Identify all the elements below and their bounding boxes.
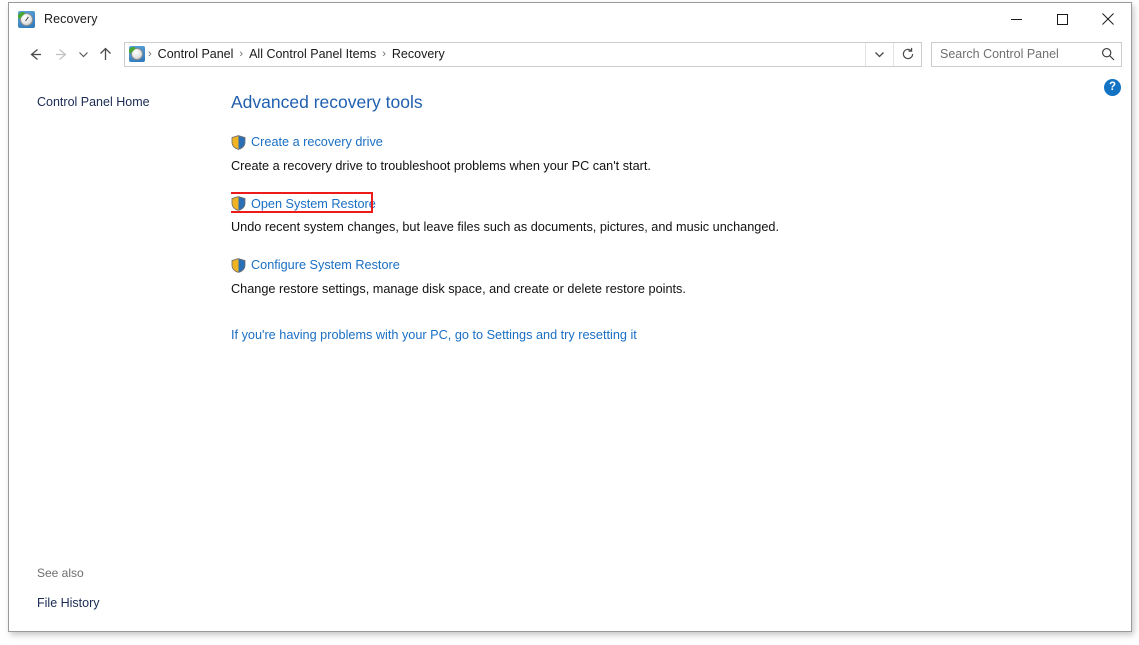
screen: Recovery bbox=[0, 0, 1139, 645]
back-arrow-icon bbox=[27, 46, 44, 63]
window-title: Recovery bbox=[44, 12, 98, 26]
link-create-a-recovery-drive[interactable]: Create a recovery drive bbox=[251, 134, 383, 150]
minimize-icon bbox=[1011, 14, 1022, 25]
window-controls bbox=[993, 3, 1131, 35]
forward-arrow-icon bbox=[53, 46, 70, 63]
sidebar-item-file-history[interactable]: File History bbox=[9, 593, 231, 613]
refresh-icon bbox=[901, 47, 915, 61]
close-button[interactable] bbox=[1085, 3, 1131, 35]
minimize-button[interactable] bbox=[993, 3, 1039, 35]
breadcrumb-separator: › bbox=[237, 48, 245, 60]
navigation-bar: › Control Panel › All Control Panel Item… bbox=[9, 35, 1131, 73]
sidebar: Control Panel Home See also File History bbox=[9, 73, 231, 631]
task-create-recovery-drive: Create a recovery drive Create a recover… bbox=[231, 134, 1131, 175]
breadcrumb: › Control Panel › All Control Panel Item… bbox=[125, 43, 865, 66]
sidebar-item-control-panel-home[interactable]: Control Panel Home bbox=[9, 92, 231, 112]
breadcrumb-item-recovery[interactable]: Recovery bbox=[388, 47, 449, 61]
uac-shield-icon bbox=[231, 196, 246, 211]
back-button[interactable] bbox=[22, 41, 48, 67]
task-description: Create a recovery drive to troubleshoot … bbox=[231, 158, 1131, 175]
search-icon bbox=[1101, 47, 1115, 61]
uac-shield-icon bbox=[231, 135, 246, 150]
recovery-icon bbox=[18, 11, 35, 28]
recovery-window: Recovery bbox=[8, 2, 1132, 632]
breadcrumb-item-all-control-panel-items[interactable]: All Control Panel Items bbox=[245, 47, 380, 61]
up-arrow-icon bbox=[97, 46, 114, 63]
see-also-label: See also bbox=[9, 564, 231, 583]
task-description: Change restore settings, manage disk spa… bbox=[231, 281, 1131, 298]
task-link-row[interactable]: Create a recovery drive bbox=[231, 134, 383, 150]
help-button[interactable]: ? bbox=[1104, 79, 1121, 96]
link-configure-system-restore[interactable]: Configure System Restore bbox=[251, 257, 400, 273]
close-icon bbox=[1102, 13, 1114, 25]
uac-shield-icon bbox=[231, 258, 246, 273]
breadcrumb-item-control-panel[interactable]: Control Panel bbox=[154, 47, 238, 61]
chevron-down-icon bbox=[78, 49, 89, 60]
maximize-button[interactable] bbox=[1039, 3, 1085, 35]
breadcrumb-separator: › bbox=[146, 48, 154, 60]
search-box[interactable] bbox=[931, 42, 1122, 67]
breadcrumb-separator: › bbox=[380, 48, 388, 60]
address-dropdown-button[interactable] bbox=[865, 43, 893, 66]
maximize-icon bbox=[1057, 14, 1068, 25]
see-also-section: See also File History bbox=[9, 564, 231, 613]
window-body: Control Panel Home See also File History… bbox=[9, 73, 1131, 631]
page-title: Advanced recovery tools bbox=[231, 91, 1131, 113]
task-description: Undo recent system changes, but leave fi… bbox=[231, 219, 1131, 236]
search-input[interactable] bbox=[940, 47, 1101, 61]
task-link-row[interactable]: Configure System Restore bbox=[231, 257, 400, 273]
link-open-system-restore[interactable]: Open System Restore bbox=[251, 196, 376, 212]
title-bar: Recovery bbox=[9, 3, 1131, 35]
task-open-system-restore: Open System Restore Undo recent system c… bbox=[231, 196, 1131, 237]
task-link-row[interactable]: Open System Restore bbox=[231, 196, 376, 212]
up-button[interactable] bbox=[92, 41, 118, 67]
settings-reset-block: If you're having problems with your PC, … bbox=[231, 326, 1131, 344]
breadcrumb-recovery-icon bbox=[129, 46, 145, 62]
link-go-to-settings-reset[interactable]: If you're having problems with your PC, … bbox=[231, 328, 637, 342]
recent-locations-button[interactable] bbox=[74, 41, 92, 67]
address-bar[interactable]: › Control Panel › All Control Panel Item… bbox=[124, 42, 922, 67]
refresh-button[interactable] bbox=[893, 43, 921, 66]
chevron-down-icon bbox=[874, 49, 885, 60]
task-configure-system-restore: Configure System Restore Change restore … bbox=[231, 257, 1131, 298]
forward-button[interactable] bbox=[48, 41, 74, 67]
main-content: ? Advanced recovery tools Create a recov… bbox=[231, 73, 1131, 631]
